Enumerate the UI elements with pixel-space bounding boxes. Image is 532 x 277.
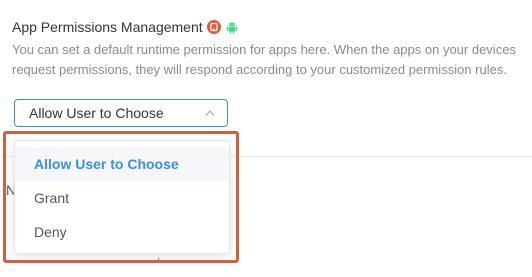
section-description: You can set a default runtime permission… xyxy=(12,42,516,77)
option-allow-user-to-choose[interactable]: Allow User to Choose xyxy=(15,147,229,181)
permission-dropdown-menu: Allow User to Choose Grant Deny xyxy=(14,140,230,254)
ios-icon xyxy=(206,20,221,34)
chevron-up-icon[interactable] xyxy=(205,109,215,117)
option-deny[interactable]: Deny xyxy=(15,215,229,249)
permissions-page: App Permissions Management You can set a… xyxy=(0,0,532,277)
section-title: App Permissions Management xyxy=(12,19,203,35)
permission-select-value: Allow User to Choose xyxy=(29,105,164,121)
section-header: App Permissions Management xyxy=(12,17,239,37)
option-grant[interactable]: Grant xyxy=(15,181,229,215)
permission-select[interactable]: Allow User to Choose xyxy=(14,99,228,127)
android-icon xyxy=(225,20,239,34)
